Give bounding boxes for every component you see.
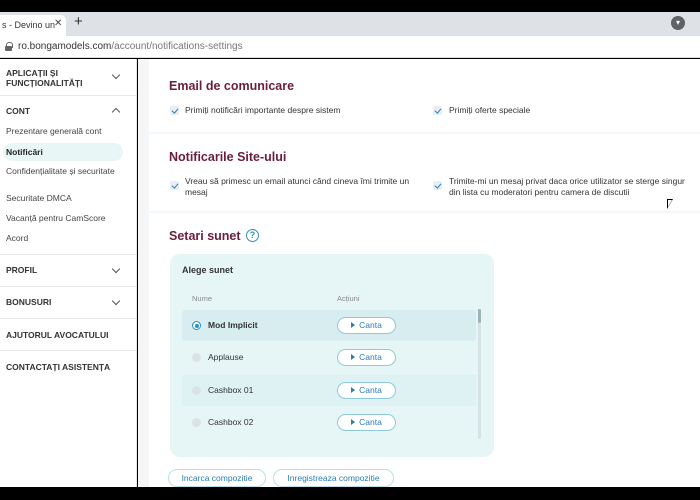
sidebar-section-label: PROFIL (6, 265, 38, 275)
help-icon[interactable]: ? (246, 229, 259, 242)
upload-composition-button[interactable]: Incarca compozitie (168, 469, 266, 487)
play-button[interactable]: Canta (337, 349, 396, 366)
sidebar-section-label[interactable]: CONT (6, 106, 30, 116)
sidebar-item-privacy[interactable]: Confidențialitate și securitate (6, 166, 116, 176)
mouse-cursor-icon (667, 199, 673, 209)
sidebar-section-profil[interactable]: PROFIL (0, 255, 137, 287)
play-icon (351, 419, 356, 425)
sidebar-section-label: APLICAȚII ȘI FUNCȚIONALITĂȚI (6, 68, 83, 88)
url-text[interactable]: ro.bongamodels.com/account/notifications… (18, 41, 243, 52)
email-section-title: Email de comunicare (169, 79, 295, 93)
settings-sidebar: APLICAȚII ȘI FUNCȚIONALITĂȚI CONT Prezen… (0, 59, 137, 487)
site-section-title: Notificarile Site-ului (169, 150, 287, 164)
checkbox-message-email[interactable] (170, 181, 179, 190)
sidebar-section-apps[interactable]: APLICAȚII ȘI FUNCȚIONALITĂȚI (0, 59, 137, 96)
sidebar-section-support[interactable]: CONTACTAȚI ASISTENȚA (0, 351, 137, 383)
play-button[interactable]: Canta (337, 414, 396, 431)
sound-name: Applause (208, 352, 244, 362)
play-icon (351, 322, 356, 328)
sound-name: Mod Implicit (208, 320, 258, 330)
sound-row[interactable]: Cashbox 01 Canta (182, 375, 476, 406)
play-icon (351, 387, 356, 393)
option-label: Vreau să primesc un email atunci când ci… (185, 176, 410, 197)
chevron-down-icon[interactable]: ▾ (671, 16, 685, 30)
radio-unselected[interactable] (192, 386, 201, 395)
radio-unselected[interactable] (192, 418, 201, 427)
sidebar-item-dmca[interactable]: Securitate DMCA (6, 193, 72, 203)
video-letterbox-top (0, 0, 700, 12)
sound-section-title: Setari sunet (169, 229, 241, 243)
sidebar-section-bonusuri[interactable]: BONUSURI (0, 287, 137, 319)
play-button[interactable]: Canta (337, 317, 396, 334)
option-label: Primiți oferte speciale (449, 105, 531, 115)
chevron-down-icon (111, 296, 121, 306)
url-host: ro.bongamodels.com (18, 41, 112, 52)
sound-row[interactable]: Mod Implicit Canta (182, 310, 476, 341)
sidebar-item-vacation[interactable]: Vacanță pentru CamScore (6, 213, 106, 223)
play-label: Canta (359, 385, 382, 395)
sidebar-section-label: AJUTORUL AVOCATULUI (6, 330, 109, 340)
sound-row[interactable]: Applause Canta (182, 342, 476, 373)
chevron-up-icon[interactable] (111, 107, 121, 117)
browser-tab[interactable]: s - Devino un ✕ (0, 15, 66, 36)
sidebar-section-label: CONTACTAȚI ASISTENȚA (6, 362, 111, 372)
play-label: Canta (359, 352, 382, 362)
checkbox-moderator-removal[interactable] (433, 181, 442, 190)
play-label: Canta (359, 320, 382, 330)
sound-list-scrollbar[interactable] (478, 309, 481, 439)
sound-row[interactable]: Cashbox 02 Canta (182, 407, 476, 438)
play-label: Canta (359, 417, 382, 427)
option-label: Trimite-mi un mesaj privat daca orice ut… (449, 176, 685, 197)
sound-picker-title: Alege sunet (182, 265, 234, 275)
radio-selected[interactable] (192, 321, 201, 330)
radio-unselected[interactable] (192, 353, 201, 362)
sound-name: Cashbox 02 (208, 417, 254, 427)
browser-tabstrip: s - Devino un ✕ + ▾ (0, 12, 700, 36)
chevron-down-icon (111, 264, 121, 274)
play-icon (351, 354, 356, 360)
sound-name: Cashbox 01 (208, 385, 254, 395)
close-icon[interactable]: ✕ (54, 18, 62, 29)
email-settings-card (149, 59, 700, 132)
checkbox-system-notifications[interactable] (170, 106, 179, 115)
sidebar-section-label: BONUSURI (6, 297, 52, 307)
column-header-actions: Acțiuni (337, 294, 360, 303)
record-composition-button[interactable]: Inregistreaza compozitie (273, 469, 394, 487)
chevron-down-icon (111, 70, 121, 80)
address-bar[interactable]: ro.bongamodels.com/account/notifications… (0, 36, 700, 58)
sidebar-item-agreement[interactable]: Acord (6, 233, 28, 243)
new-tab-button[interactable]: + (74, 14, 83, 30)
checkbox-special-offers[interactable] (433, 106, 442, 115)
lock-icon (5, 42, 13, 51)
sidebar-section-lawyer[interactable]: AJUTORUL AVOCATULUI (0, 319, 137, 351)
sidebar-item-notifications[interactable]: Notificări (6, 147, 43, 157)
sidebar-item-overview[interactable]: Prezentare generală cont (6, 126, 101, 136)
video-letterbox-bottom (0, 487, 700, 500)
url-path: /account/notifications-settings (111, 41, 243, 52)
tab-title: s - Devino un (2, 20, 56, 30)
scrollbar-thumb[interactable] (478, 309, 481, 323)
site-notifications-card (149, 134, 700, 211)
play-button[interactable]: Canta (337, 382, 396, 399)
option-label: Primiți notificări importante despre sis… (185, 105, 341, 115)
column-header-name: Nume (192, 294, 213, 303)
